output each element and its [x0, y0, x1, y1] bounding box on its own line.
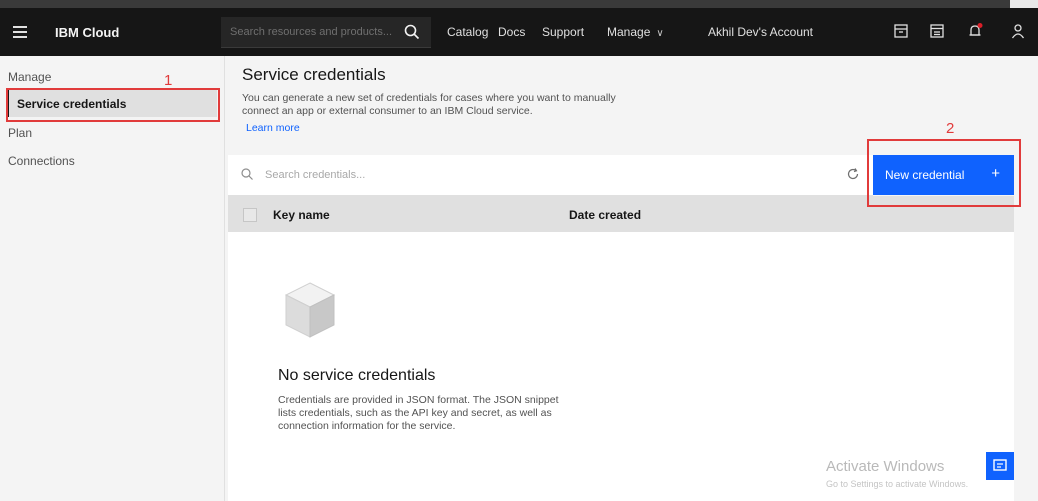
global-search-input[interactable]: Search resources and products... — [230, 26, 392, 38]
nav-link-support[interactable]: Support — [542, 25, 584, 39]
annotation-number-2: 2 — [946, 120, 955, 137]
nav-link-docs[interactable]: Docs — [498, 25, 525, 39]
credentials-toolbar: Search credentials... — [228, 155, 873, 196]
empty-state-title: No service credentials — [278, 367, 436, 384]
brand-name[interactable]: IBM Cloud — [55, 25, 119, 40]
learn-more-link[interactable]: Learn more — [246, 122, 300, 134]
hamburger-menu-icon[interactable] — [13, 23, 27, 41]
empty-state-description: Credentials are provided in JSON format.… — [278, 394, 559, 432]
empty-state: No service credentials Credentials are p… — [228, 232, 1014, 501]
account-switcher[interactable]: Akhil Dev's Account — [708, 25, 813, 39]
sidebar-item-connections[interactable]: Connections — [8, 154, 75, 168]
nav-link-catalog[interactable]: Catalog — [447, 25, 488, 39]
global-search[interactable]: Search resources and products... — [221, 17, 431, 48]
windows-activation-subtitle: Go to Settings to activate Windows. — [826, 479, 969, 489]
nav-link-manage-label: Manage — [607, 25, 651, 39]
notification-icon[interactable] — [966, 22, 984, 40]
annotation-number-1: 1 — [164, 72, 173, 89]
page-title: Service credentials — [242, 65, 386, 84]
sidebar-item-plan[interactable]: Plan — [8, 126, 32, 140]
search-icon[interactable] — [403, 23, 421, 41]
main-content: Service credentials You can generate a n… — [224, 56, 1038, 501]
sidebar: Manage Service credentials Plan Connecti… — [0, 56, 225, 501]
column-header-key-name[interactable]: Key name — [273, 208, 330, 222]
column-header-date-created[interactable]: Date created — [569, 208, 641, 222]
empty-box-icon — [284, 282, 336, 338]
page-description: You can generate a new set of credential… — [242, 92, 616, 117]
search-icon — [241, 168, 253, 180]
cost-estimator-icon[interactable] — [892, 22, 910, 40]
chevron-down-icon: ∨ — [656, 28, 664, 39]
windows-activation-title: Activate Windows — [826, 458, 945, 475]
annotation-box-1 — [6, 88, 220, 122]
user-icon[interactable] — [1009, 22, 1027, 40]
annotation-box-2 — [867, 139, 1021, 207]
window-top-strip — [0, 0, 1038, 8]
sidebar-item-manage[interactable]: Manage — [8, 70, 51, 84]
calendar-icon[interactable] — [928, 22, 946, 40]
nav-link-manage[interactable]: Manage ∨ — [607, 25, 664, 39]
window-top-strip-dark — [0, 0, 1010, 8]
refresh-icon[interactable] — [846, 167, 860, 181]
chat-icon — [993, 459, 1007, 471]
chat-button[interactable] — [986, 452, 1014, 480]
credentials-search-input[interactable]: Search credentials... — [265, 169, 365, 181]
top-navigation-bar: IBM Cloud Search resources and products.… — [0, 8, 1038, 56]
select-all-checkbox[interactable] — [243, 208, 257, 222]
